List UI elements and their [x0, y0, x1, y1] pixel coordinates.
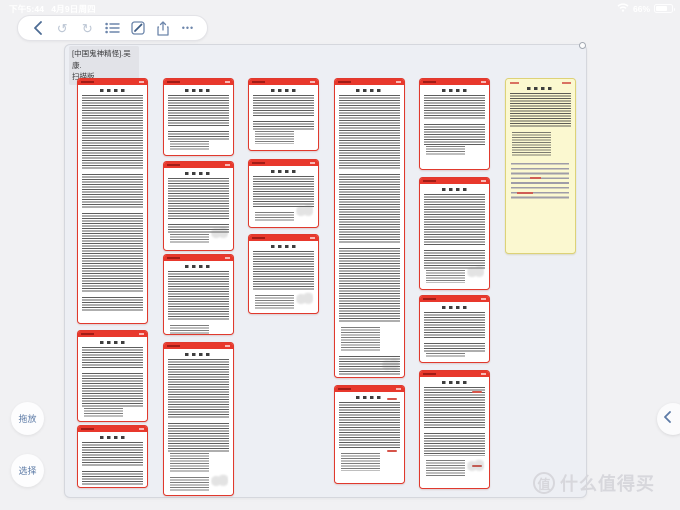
chevron-left-icon: [663, 410, 671, 428]
status-time: 下午5:44: [9, 4, 45, 14]
faint-scan-watermark: [381, 357, 399, 372]
page-body: [420, 377, 489, 480]
note-page-thumbnail[interactable]: [504, 78, 576, 254]
status-bar-left: 下午5:44 4月9日周四: [9, 3, 103, 15]
back-chevron-icon[interactable]: [29, 20, 45, 36]
attachment-title-line1: [中国鬼神精怪].吴康.: [72, 49, 131, 70]
page-body: [335, 85, 404, 377]
scanned-page-thumbnail[interactable]: [77, 330, 148, 422]
scanned-page-thumbnail[interactable]: [333, 78, 405, 378]
page-body: [78, 85, 147, 315]
side-panel-toggle-button[interactable]: [657, 403, 680, 435]
faint-scan-watermark: [210, 226, 228, 241]
scanned-page-thumbnail[interactable]: [162, 342, 234, 496]
pdf-attachment-canvas[interactable]: [中国鬼神精怪].吴康. 扫描版: [64, 42, 587, 498]
scanned-page-thumbnail[interactable]: [419, 370, 490, 489]
checklist-icon[interactable]: [104, 20, 120, 36]
drag-button-label: 拖放: [18, 414, 37, 424]
scanned-page-thumbnail[interactable]: [419, 177, 490, 290]
page-body: [164, 168, 233, 247]
redo-icon[interactable]: ↻: [79, 20, 95, 36]
share-icon[interactable]: [155, 20, 171, 36]
red-annotation-mark: [386, 450, 397, 452]
undo-icon[interactable]: ↺: [54, 20, 70, 36]
faint-scan-watermark: [296, 204, 313, 219]
faint-scan-watermark: [467, 459, 484, 474]
faint-scan-watermark: [210, 473, 228, 488]
battery-percent: 66%: [632, 3, 650, 14]
drag-button[interactable]: 拖放: [11, 402, 44, 435]
red-annotation-mark: [472, 391, 482, 393]
scanned-page-thumbnail[interactable]: [77, 425, 148, 488]
scanned-page-thumbnail[interactable]: [248, 78, 319, 151]
scanned-page-thumbnail[interactable]: [162, 254, 234, 335]
page-body: [506, 79, 575, 204]
scanned-page-thumbnail[interactable]: [162, 78, 234, 156]
page-body: [420, 184, 489, 286]
page-body: [420, 302, 489, 361]
scanned-page-thumbnail[interactable]: [419, 295, 490, 363]
scanned-page-thumbnail[interactable]: [162, 161, 234, 251]
scanned-page-thumbnail[interactable]: [333, 385, 405, 484]
select-button-label: 选择: [18, 466, 37, 476]
page-body: [249, 241, 318, 313]
status-date: 4月9日周四: [51, 4, 96, 14]
scanned-page-thumbnail[interactable]: [419, 78, 490, 170]
wifi-icon: [617, 3, 629, 14]
notes-toolbar: ↺ ↻ •••: [17, 15, 208, 41]
scanned-page-thumbnail[interactable]: [248, 159, 319, 228]
faint-scan-watermark: [296, 291, 313, 306]
page-body: [420, 85, 489, 159]
faint-scan-watermark: [467, 264, 484, 279]
more-icon[interactable]: •••: [180, 20, 196, 36]
page-body: [164, 85, 233, 154]
select-button[interactable]: 选择: [11, 454, 44, 487]
selection-grabber-handle[interactable]: [579, 42, 586, 49]
scanned-page-thumbnail[interactable]: [248, 234, 319, 314]
page-body: [249, 85, 318, 147]
markup-icon[interactable]: [130, 20, 146, 36]
status-bar-right: 66%: [617, 3, 675, 14]
page-body: [335, 392, 404, 474]
battery-icon: [654, 4, 675, 13]
page-body: [78, 337, 147, 421]
scanned-page-thumbnail[interactable]: [77, 78, 148, 324]
page-body: [249, 166, 318, 225]
red-annotation-mark: [386, 398, 397, 400]
page-body: [164, 261, 233, 334]
page-body: [164, 349, 233, 495]
page-body: [78, 432, 147, 487]
